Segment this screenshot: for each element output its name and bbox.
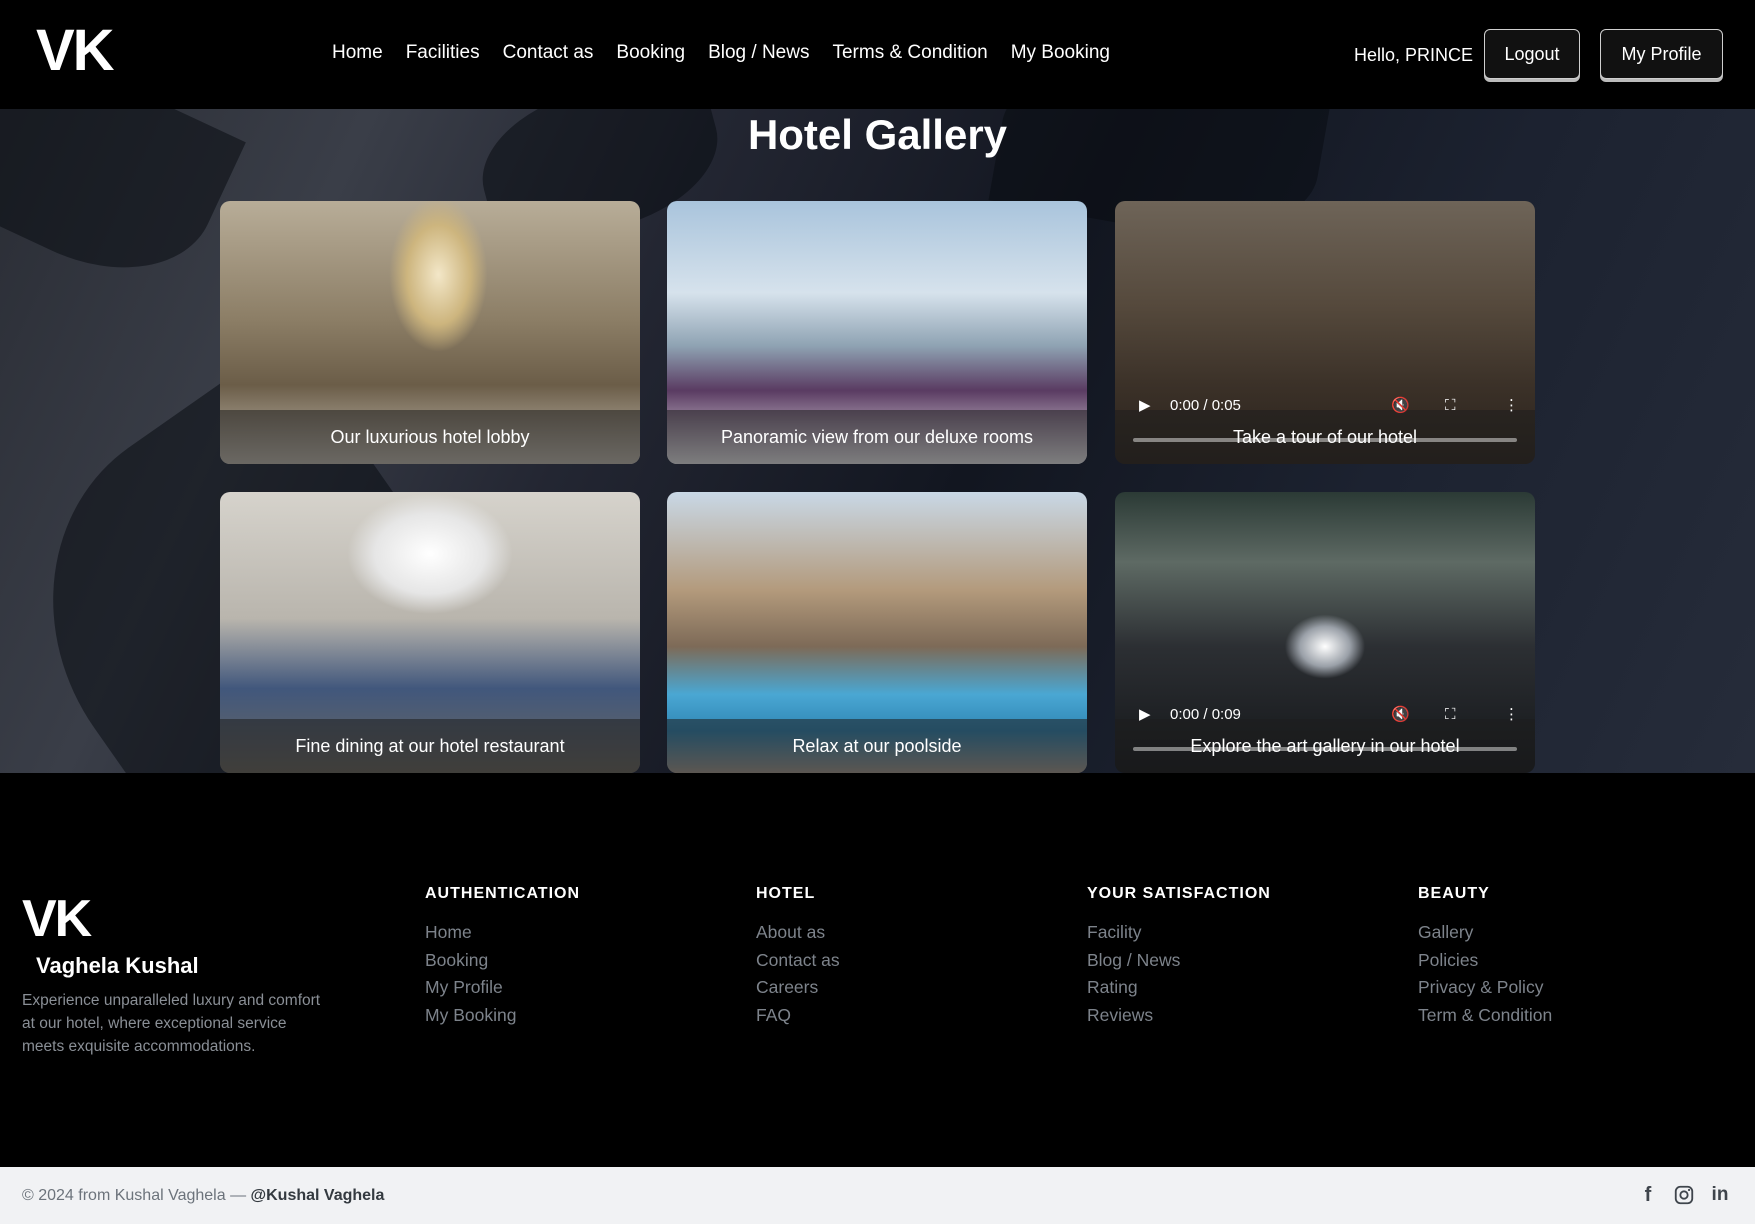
play-icon[interactable]: ▶ (1139, 396, 1151, 414)
footer-link[interactable]: Rating (1087, 974, 1271, 1002)
gallery-card-lobby[interactable]: Our luxurious hotel lobby (220, 201, 640, 464)
nav-contact[interactable]: Contact as (503, 42, 594, 64)
gallery-card-pool[interactable]: Relax at our poolside (667, 492, 1087, 773)
footer-link[interactable]: Reviews (1087, 1002, 1271, 1030)
copyright-text: © 2024 from Kushal Vaghela — @Kushal Vag… (22, 1187, 384, 1205)
footer-link[interactable]: My Booking (425, 1002, 580, 1030)
footer-link[interactable]: FAQ (756, 1002, 840, 1030)
video-time: 0:00 / 0:05 (1170, 396, 1241, 414)
nav-home[interactable]: Home (332, 42, 383, 64)
gallery-card-art-video[interactable]: Explore the art gallery in our hotel ▶ 0… (1115, 492, 1535, 773)
user-greeting: Hello, PRINCE (1354, 45, 1474, 65)
navbar: VK Home Facilities Contact as Booking Bl… (0, 0, 1755, 109)
footer-link[interactable]: Policies (1418, 947, 1552, 975)
footer: VK Vaghela Kushal Experience unparallele… (0, 773, 1755, 1167)
fullscreen-icon[interactable]: ⛶ (1445, 397, 1456, 414)
logout-button[interactable]: Logout (1484, 29, 1580, 79)
nav-links: Home Facilities Contact as Booking Blog … (332, 42, 1133, 64)
card-caption: Fine dining at our hotel restaurant (220, 719, 640, 773)
video-controls: ▶ 0:00 / 0:05 🔇 ⛶ ⋮ (1115, 390, 1535, 420)
card-caption: Panoramic view from our deluxe rooms (667, 410, 1087, 464)
footer-link[interactable]: About as (756, 919, 840, 947)
footer-link[interactable]: Blog / News (1087, 947, 1271, 975)
footer-link[interactable]: Gallery (1418, 919, 1552, 947)
gallery-card-dining[interactable]: Fine dining at our hotel restaurant (220, 492, 640, 773)
footer-column-satisfaction: YOUR SATISFACTION Facility Blog / News R… (1087, 885, 1271, 1029)
mute-icon[interactable]: 🔇 (1391, 705, 1410, 723)
play-icon[interactable]: ▶ (1139, 705, 1151, 723)
footer-link[interactable]: Privacy & Policy (1418, 974, 1552, 1002)
footer-heading: BEAUTY (1418, 885, 1490, 902)
card-caption: Relax at our poolside (667, 719, 1087, 773)
video-progress-bar[interactable] (1133, 438, 1517, 442)
site-logo[interactable]: VK (36, 22, 115, 80)
video-progress-bar[interactable] (1133, 747, 1517, 751)
footer-link[interactable]: Term & Condition (1418, 1002, 1552, 1030)
footer-logo: VK (22, 890, 92, 948)
video-controls: ▶ 0:00 / 0:09 🔇 ⛶ ⋮ (1115, 699, 1535, 729)
more-options-icon[interactable]: ⋮ (1504, 396, 1519, 414)
gallery-card-tour-video[interactable]: Take a tour of our hotel ▶ 0:00 / 0:05 🔇… (1115, 201, 1535, 464)
footer-link[interactable]: Home (425, 919, 580, 947)
footer-link[interactable]: Careers (756, 974, 840, 1002)
video-time: 0:00 / 0:09 (1170, 705, 1241, 723)
footer-link[interactable]: Facility (1087, 919, 1271, 947)
nav-blog[interactable]: Blog / News (708, 42, 809, 64)
linkedin-icon[interactable]: in (1708, 1183, 1732, 1207)
page-title: Hotel Gallery (747, 111, 1008, 158)
footer-heading: AUTHENTICATION (425, 885, 581, 902)
my-profile-button[interactable]: My Profile (1600, 29, 1723, 79)
gallery-section: Hotel Gallery Our luxurious hotel lobby … (0, 109, 1755, 773)
more-options-icon[interactable]: ⋮ (1504, 705, 1519, 723)
footer-link[interactable]: Booking (425, 947, 580, 975)
nav-booking[interactable]: Booking (616, 42, 685, 64)
footer-heading: HOTEL (756, 885, 816, 902)
instagram-icon[interactable] (1672, 1183, 1696, 1207)
nav-terms[interactable]: Terms & Condition (832, 42, 987, 64)
author-handle-link[interactable]: @Kushal Vaghela (251, 1187, 385, 1204)
footer-description: Experience unparalleled luxury and comfo… (22, 992, 321, 1055)
mute-icon[interactable]: 🔇 (1391, 396, 1410, 414)
card-caption: Our luxurious hotel lobby (220, 410, 640, 464)
gallery-card-room[interactable]: Panoramic view from our deluxe rooms (667, 201, 1087, 464)
footer-column-hotel: HOTEL About as Contact as Careers FAQ (756, 885, 840, 1029)
copyright-label: © 2024 from Kushal Vaghela — (22, 1187, 251, 1204)
nav-my-booking[interactable]: My Booking (1011, 42, 1110, 64)
footer-link[interactable]: Contact as (756, 947, 840, 975)
footer-column-authentication: AUTHENTICATION Home Booking My Profile M… (425, 885, 580, 1029)
fullscreen-icon[interactable]: ⛶ (1445, 706, 1456, 723)
copyright-bar: © 2024 from Kushal Vaghela — @Kushal Vag… (0, 1167, 1755, 1224)
footer-heading: YOUR SATISFACTION (1087, 885, 1271, 902)
facebook-icon[interactable]: f (1636, 1183, 1660, 1207)
footer-brand-name: Vaghela Kushal (36, 953, 199, 978)
footer-column-beauty: BEAUTY Gallery Policies Privacy & Policy… (1418, 885, 1552, 1029)
nav-facilities[interactable]: Facilities (406, 42, 480, 64)
footer-link[interactable]: My Profile (425, 974, 580, 1002)
